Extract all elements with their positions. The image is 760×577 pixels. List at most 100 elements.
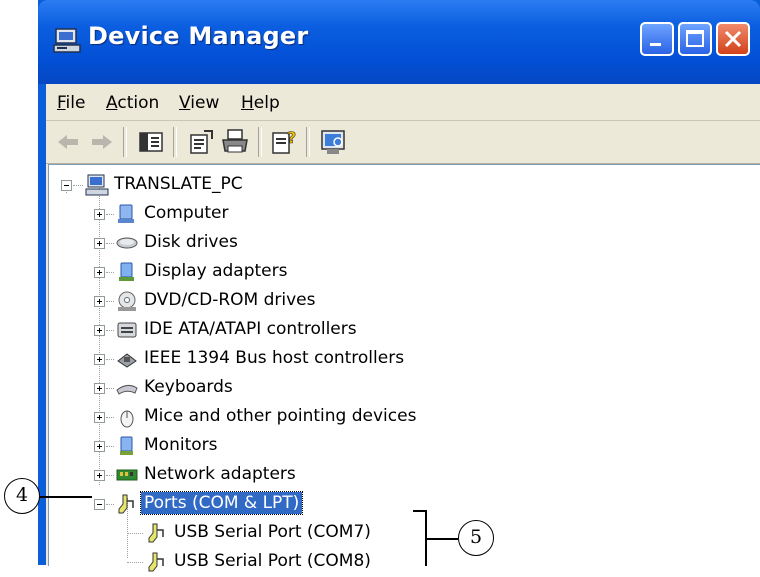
keyboard-icon [116,384,138,395]
tree-item-label: Ports (COM & LPT) [139,491,304,515]
computer-icon [85,174,109,196]
callout-5: 5 [458,520,494,556]
tree-item-monitors[interactable]: Monitors [49,432,499,461]
callout-4-leader [40,496,92,498]
menu-view[interactable]: View [179,93,219,113]
expand-toggle[interactable] [94,209,105,220]
title-bar[interactable]: Device Manager [38,0,760,84]
port-icon [148,523,164,543]
firewire-icon [117,353,137,368]
tree-item-ide-ata-atapi-controllers[interactable]: IDE ATA/ATAPI controllers [49,316,499,345]
tree-item-label: USB Serial Port (COM8) [174,551,371,571]
expand-toggle[interactable] [94,470,105,481]
collapse-toggle[interactable] [94,499,105,510]
expand-toggle[interactable] [94,296,105,307]
expand-toggle[interactable] [94,325,105,336]
disk-drive-icon [116,237,138,249]
print-icon[interactable] [220,127,250,157]
show-hide-tree-icon[interactable] [136,127,166,157]
tree-item-label: Monitors [144,435,218,455]
tree-item-label: IDE ATA/ATAPI controllers [144,319,357,339]
tree-root-label: TRANSLATE_PC [114,174,243,194]
maximize-icon [686,30,704,47]
tree-item-label: Computer [144,203,229,223]
maximize-button[interactable] [678,22,712,56]
tree-connector [106,504,114,506]
device-tree: TRANSLATE_PC Computer Disk drives Display … [48,164,760,572]
tree-item-label: Keyboards [144,377,233,397]
toolbar-separator [258,127,262,157]
tree-item-label: Mice and other pointing devices [144,406,417,426]
tree-item-dvd-cd-rom-drives[interactable]: DVD/CD-ROM drives [49,287,499,316]
tree-connector [127,533,143,535]
menu-action[interactable]: Action [106,93,159,113]
expand-toggle[interactable] [94,354,105,365]
tree-item-port[interactable]: USB Serial Port (COM7) [49,519,499,548]
callout-5-bracket [413,510,426,512]
expand-toggle[interactable] [94,238,105,249]
tree-connector [106,446,114,448]
menu-help[interactable]: Help [241,93,280,113]
tree-connector [106,388,114,390]
tree-connector [106,301,114,303]
collapse-toggle[interactable] [61,180,72,191]
tree-item-ieee-1394-bus-host-controllers[interactable]: IEEE 1394 Bus host controllers [49,345,499,374]
menu-bar: File Action View Help [46,84,760,121]
expand-toggle[interactable] [94,267,105,278]
tree-connector [73,185,83,187]
port-icon [118,494,134,514]
network-adapter-icon [116,469,138,481]
client-area: File Action View Help ? TRANSLATE_PC Com… [46,84,760,572]
tree-item-label: DVD/CD-ROM drives [144,290,316,310]
scan-hardware-icon[interactable] [318,127,348,157]
help-icon[interactable]: ? [270,127,300,157]
tree-connector [106,243,114,245]
toolbar: ? [46,121,760,164]
monitor-icon [120,436,133,455]
expand-toggle[interactable] [94,383,105,394]
forward-arrow-icon[interactable] [86,127,116,157]
close-button[interactable] [716,22,750,56]
tree-item-label: Disk drives [144,232,238,252]
tree-item-disk-drives[interactable]: Disk drives [49,229,499,258]
device-manager-icon [53,28,81,53]
computer-icon [118,204,134,223]
callout-5-leader [426,538,458,540]
callout-4: 4 [4,478,40,514]
tree-connector [106,359,114,361]
callout-5-bracket [425,510,427,566]
minimize-icon [650,43,661,46]
tree-connector [106,330,114,332]
ide-controller-icon [117,322,137,338]
device-manager-window: Device Manager File Action View Help ? T… [38,0,760,572]
expand-toggle[interactable] [94,441,105,452]
properties-icon[interactable] [186,127,216,157]
tree-item-network-adapters[interactable]: Network adapters [49,461,499,490]
mouse-icon [120,410,134,428]
tree-item-mice-and-other-pointing-devices[interactable]: Mice and other pointing devices [49,403,499,432]
tree-connector [106,475,114,477]
tree-item-computer[interactable]: Computer [49,200,499,229]
svg-text:?: ? [287,128,296,147]
back-arrow-icon[interactable] [54,127,84,157]
tree-item-display-adapters[interactable]: Display adapters [49,258,499,287]
minimize-button[interactable] [640,22,674,56]
toolbar-separator [173,127,177,157]
toolbar-separator [306,127,310,157]
tree-connector [127,562,143,564]
tree-connector [106,272,114,274]
tree-item-port[interactable]: USB Serial Port (COM8) [49,548,499,577]
tree-item-keyboards[interactable]: Keyboards [49,374,499,403]
tree-item-ports-com-lpt[interactable]: Ports (COM & LPT) [49,490,499,519]
toolbar-separator [123,127,127,157]
expand-toggle[interactable] [94,412,105,423]
display-adapter-icon [119,262,134,281]
window-title: Device Manager [88,22,309,50]
tree-connector [106,417,114,419]
tree-connector [106,214,114,216]
tree-item-label: USB Serial Port (COM7) [174,522,371,542]
tree-item-label: IEEE 1394 Bus host controllers [144,348,405,368]
menu-file[interactable]: File [57,93,85,113]
tree-root[interactable]: TRANSLATE_PC [49,171,449,200]
tree-item-label: Display adapters [144,261,288,281]
